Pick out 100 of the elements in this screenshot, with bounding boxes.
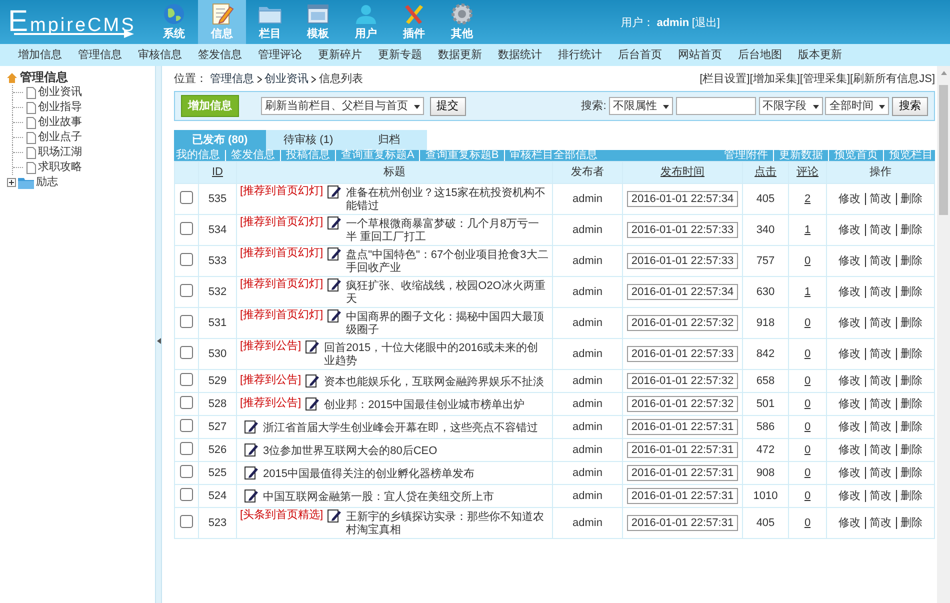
- tree-item[interactable]: 创业故事: [38, 115, 82, 130]
- edit-icon[interactable]: [305, 396, 320, 411]
- article-title-link[interactable]: 创业邦：2015中国最佳创业城市榜单出炉: [324, 398, 525, 412]
- time-field[interactable]: 2016-01-01 22:57:32: [627, 373, 738, 390]
- article-title-link[interactable]: 一个草根微商暴富梦破：几个月8万亏一半 重回工厂打工: [346, 218, 549, 244]
- article-title-link[interactable]: 准备在杭州创业？这15家在杭投资机构不能错过: [346, 187, 549, 214]
- row-action-link[interactable]: 简改: [864, 420, 896, 433]
- row-action-link[interactable]: 简改: [864, 490, 896, 502]
- row-action-link[interactable]: 修改: [834, 420, 864, 433]
- row-action-link[interactable]: 修改: [834, 490, 864, 502]
- row-action-link[interactable]: 简改: [864, 254, 896, 267]
- row-action-link[interactable]: 修改: [834, 516, 864, 529]
- edit-icon[interactable]: [327, 278, 342, 292]
- top-link[interactable]: [栏目设置]: [700, 70, 750, 88]
- time-field[interactable]: 2016-01-01 22:57:31: [627, 465, 738, 482]
- submenu-link[interactable]: 网站首页: [670, 44, 730, 66]
- tree-item[interactable]: 创业指导: [38, 100, 82, 115]
- submenu-link[interactable]: 更新碎片: [310, 44, 370, 66]
- edit-icon[interactable]: [244, 488, 258, 503]
- edit-icon[interactable]: [327, 216, 342, 230]
- expand-toggle[interactable]: [7, 178, 16, 187]
- time-field[interactable]: 2016-01-01 22:57:31: [627, 442, 738, 458]
- comment-count-link[interactable]: 0: [804, 348, 811, 360]
- row-checkbox[interactable]: [180, 346, 193, 359]
- submenu-link[interactable]: 审核信息: [130, 44, 190, 66]
- comment-count-link[interactable]: 0: [804, 490, 811, 502]
- comment-count-link[interactable]: 0: [804, 420, 811, 433]
- comment-count-link[interactable]: 2: [804, 192, 811, 205]
- row-action-link[interactable]: 修改: [834, 374, 864, 387]
- time-field[interactable]: 2016-01-01 22:57:34: [627, 191, 738, 208]
- submenu-link[interactable]: 数据统计: [490, 44, 550, 66]
- row-action-link[interactable]: 删除: [896, 398, 926, 410]
- row-action-link[interactable]: 修改: [834, 224, 864, 236]
- recommend-tag[interactable]: [推荐到公告]: [240, 340, 302, 354]
- row-checkbox[interactable]: [180, 372, 193, 386]
- tree-item[interactable]: 职场江湖: [38, 145, 82, 160]
- submenu-link[interactable]: 后台地图: [730, 44, 790, 66]
- tree-item[interactable]: 创业点子: [38, 130, 82, 145]
- tab[interactable]: 归档: [351, 130, 428, 150]
- top-link[interactable]: [增加采集]: [750, 70, 800, 88]
- top-link[interactable]: [刷新所有信息JS]: [850, 70, 935, 88]
- edit-icon[interactable]: [327, 509, 342, 524]
- edit-icon[interactable]: [244, 442, 258, 457]
- submenu-link[interactable]: 签发信息: [190, 44, 250, 66]
- recommend-tag[interactable]: [推荐到公告]: [240, 396, 302, 410]
- row-checkbox[interactable]: [180, 252, 193, 266]
- recommend-tag[interactable]: [推荐到首页幻灯]: [240, 278, 324, 292]
- tree-root[interactable]: 管理信息: [20, 70, 68, 85]
- comment-count-link[interactable]: 0: [804, 516, 811, 529]
- search-button[interactable]: 搜索: [892, 96, 928, 116]
- recommend-tag[interactable]: [推荐到首页幻灯]: [240, 216, 324, 230]
- time-field[interactable]: 2016-01-01 22:57:31: [627, 419, 738, 436]
- row-checkbox[interactable]: [180, 284, 193, 297]
- row-action-link[interactable]: 修改: [834, 192, 864, 205]
- comment-count-link[interactable]: 0: [804, 398, 811, 410]
- comment-count-link[interactable]: 0: [804, 316, 811, 329]
- submenu-link[interactable]: 排行统计: [550, 44, 610, 66]
- submenu-link[interactable]: 数据更新: [430, 44, 490, 66]
- edit-icon[interactable]: [327, 309, 342, 324]
- refresh-select[interactable]: 刷新当前栏目、父栏目与首页: [261, 97, 424, 115]
- comment-count-link[interactable]: 1: [804, 224, 811, 236]
- comment-count-link[interactable]: 0: [804, 254, 811, 267]
- row-checkbox[interactable]: [180, 464, 193, 478]
- time-field[interactable]: 2016-01-01 22:57:31: [627, 488, 738, 504]
- row-action-link[interactable]: 修改: [834, 444, 864, 456]
- time-field[interactable]: 2016-01-01 22:57:33: [627, 346, 738, 362]
- row-action-link[interactable]: 删除: [896, 348, 926, 360]
- comment-count-link[interactable]: 0: [804, 444, 811, 456]
- row-action-link[interactable]: 删除: [896, 490, 926, 502]
- row-action-link[interactable]: 修改: [834, 466, 864, 479]
- article-title-link[interactable]: 王新宇的乡镇探访实录：那些你不知道农村淘宝真相: [346, 511, 549, 538]
- time-field[interactable]: 2016-01-01 22:57:33: [627, 222, 738, 238]
- column-sort-link[interactable]: ID: [212, 166, 223, 178]
- row-checkbox[interactable]: [180, 222, 193, 235]
- row-checkbox[interactable]: [180, 488, 193, 501]
- attribute-select[interactable]: 不限属性: [609, 97, 673, 115]
- edit-icon[interactable]: [327, 185, 342, 200]
- row-action-link[interactable]: 删除: [896, 286, 926, 298]
- tree-item[interactable]: 求职攻略: [38, 160, 82, 175]
- top-link[interactable]: [管理采集]: [800, 70, 850, 88]
- article-title-link[interactable]: 回首2015，十位大佬眼中的2016或未来的创业趋势: [324, 342, 549, 368]
- comment-count-link[interactable]: 0: [804, 466, 811, 479]
- time-field[interactable]: 2016-01-01 22:57:31: [627, 515, 738, 532]
- row-action-link[interactable]: 删除: [896, 192, 926, 205]
- article-title-link[interactable]: 疯狂扩张、收缩战线，校园O2O冰火两重天: [346, 280, 549, 306]
- row-action-link[interactable]: 简改: [864, 398, 896, 410]
- row-action-link[interactable]: 简改: [864, 348, 896, 360]
- row-checkbox[interactable]: [180, 514, 193, 528]
- row-checkbox[interactable]: [180, 418, 193, 432]
- time-field[interactable]: 2016-01-01 22:57:33: [627, 253, 738, 270]
- recommend-tag[interactable]: [推荐到首页幻灯]: [240, 185, 324, 198]
- row-action-link[interactable]: 删除: [896, 516, 926, 529]
- row-action-link[interactable]: 删除: [896, 374, 926, 387]
- time-field[interactable]: 2016-01-01 22:57:34: [627, 284, 738, 300]
- row-action-link[interactable]: 修改: [834, 286, 864, 298]
- article-title-link[interactable]: 资本也能娱乐化，互联网金融跨界娱乐不扯淡: [324, 376, 544, 389]
- row-action-link[interactable]: 删除: [896, 224, 926, 236]
- time-field[interactable]: 2016-01-01 22:57:32: [627, 315, 738, 332]
- row-action-link[interactable]: 简改: [864, 316, 896, 329]
- breadcrumb-link[interactable]: 管理信息: [210, 70, 254, 88]
